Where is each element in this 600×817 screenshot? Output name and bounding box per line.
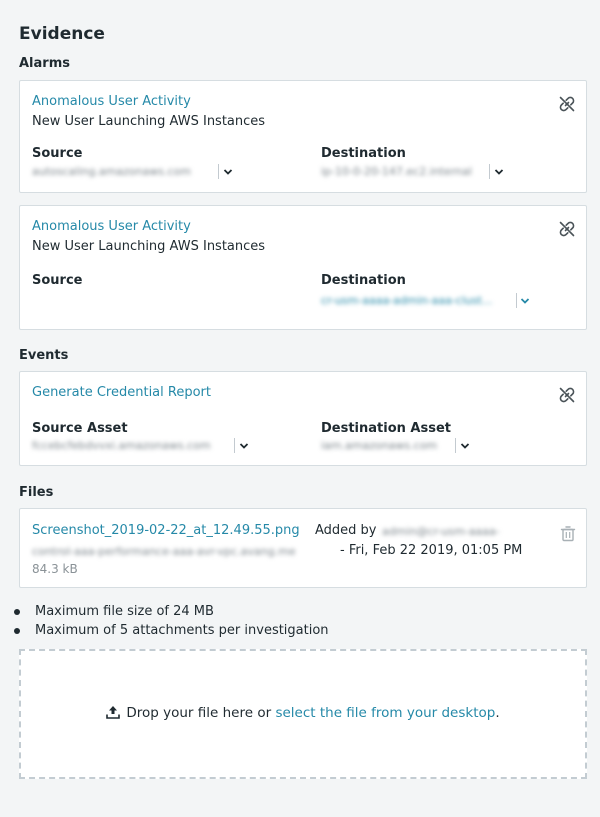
unlink-icon[interactable] <box>558 386 576 404</box>
destination-value[interactable]: ip-10-0-20-147.ec2.internal <box>321 165 472 178</box>
alarm-title-link[interactable]: Anomalous User Activity <box>32 219 191 234</box>
file-size: 84.3 kB <box>32 562 78 576</box>
unlink-icon[interactable] <box>558 220 576 238</box>
source-asset-value[interactable]: fccebcfebdvvxi.amazonaws.com <box>32 439 211 452</box>
events-heading: Events <box>19 348 69 363</box>
rule-text: Maximum of 5 attachments per investigati… <box>35 623 329 638</box>
chevron-down-icon[interactable] <box>238 440 250 452</box>
separator <box>455 438 456 453</box>
source-label: Source <box>32 273 83 288</box>
file-name-link[interactable]: Screenshot_2019-02-22_at_12.49.55.png <box>32 523 300 538</box>
files-heading: Files <box>19 485 54 500</box>
alarm-subtitle: New User Launching AWS Instances <box>32 239 266 254</box>
alarm-subtitle: New User Launching AWS Instances <box>32 114 266 129</box>
dropzone-message: Drop your file here or select the file f… <box>21 705 585 721</box>
bullet-icon <box>14 608 20 615</box>
file-card: Screenshot_2019-02-22_at_12.49.55.png Ad… <box>19 508 587 588</box>
file-date: - Fri, Feb 22 2019, 01:05 PM <box>340 543 523 558</box>
chevron-down-icon[interactable] <box>519 295 531 307</box>
unlink-icon[interactable] <box>558 95 576 113</box>
select-file-link[interactable]: select the file from your desktop <box>275 705 495 721</box>
file-dropzone[interactable]: Drop your file here or select the file f… <box>19 649 587 779</box>
bullet-icon <box>14 627 20 634</box>
evidence-title: Evidence <box>19 24 105 44</box>
destination-asset-label: Destination Asset <box>321 421 451 436</box>
event-card: Generate Credential Report Source Asset … <box>19 371 587 466</box>
separator <box>234 438 235 453</box>
upload-icon <box>106 706 121 719</box>
alarms-heading: Alarms <box>19 56 70 71</box>
alarm-card: Anomalous User Activity New User Launchi… <box>19 80 587 193</box>
separator <box>218 164 219 179</box>
chevron-down-icon[interactable] <box>222 166 234 178</box>
rule-item: Maximum file size of 24 MB <box>14 602 329 621</box>
destination-label: Destination <box>321 273 406 288</box>
source-label: Source <box>32 146 83 161</box>
separator <box>516 293 517 308</box>
trash-icon[interactable] <box>560 525 576 542</box>
destination-asset-value[interactable]: iam.amazonaws.com <box>321 439 437 452</box>
dropzone-text: Drop your file here or <box>126 705 272 721</box>
attachment-rules: Maximum file size of 24 MB Maximum of 5 … <box>14 602 329 640</box>
event-title-link[interactable]: Generate Credential Report <box>32 385 211 400</box>
destination-label: Destination <box>321 146 406 161</box>
alarm-title-link[interactable]: Anomalous User Activity <box>32 94 191 109</box>
destination-value[interactable]: cr-usm-aaaa-admin-aaa-clust... <box>321 294 492 307</box>
dropzone-period: . <box>495 705 500 721</box>
alarm-card: Anomalous User Activity New User Launchi… <box>19 205 587 330</box>
source-value[interactable]: autoscaling.amazonaws.com <box>32 165 191 178</box>
added-by-label: Added by <box>315 523 377 538</box>
chevron-down-icon[interactable] <box>493 166 505 178</box>
rule-text: Maximum file size of 24 MB <box>35 604 214 619</box>
source-asset-label: Source Asset <box>32 421 128 436</box>
separator <box>489 164 490 179</box>
added-by-user-cont: control-aaa-performance-aaa-avr-vpc.avan… <box>32 545 296 558</box>
rule-item: Maximum of 5 attachments per investigati… <box>14 621 329 640</box>
chevron-down-icon[interactable] <box>459 440 471 452</box>
added-by-user: admin@cr-usm-aaaa- <box>382 525 500 538</box>
